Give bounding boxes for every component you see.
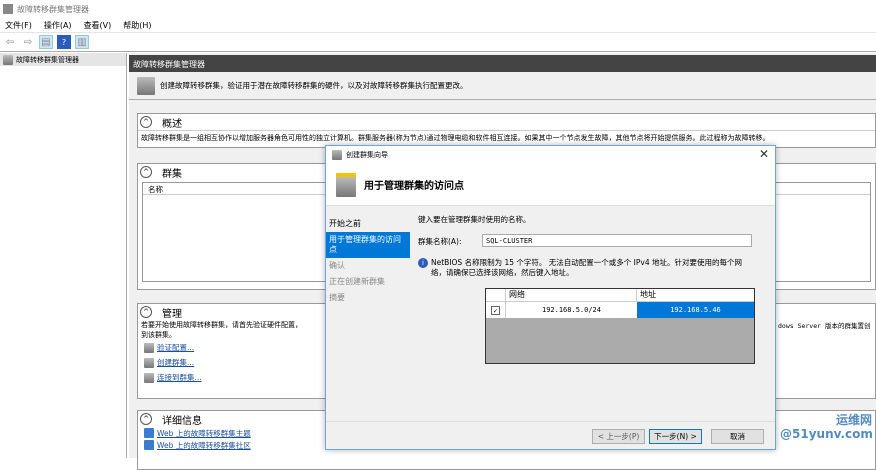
column-network: 网络	[506, 289, 637, 301]
app-icon	[3, 4, 13, 14]
cancel-button[interactable]: 取消	[711, 429, 764, 444]
info-message: i NetBIOS 名称限制为 15 个字符。 无法自动配置一个或多个 IPv4…	[418, 258, 753, 278]
server-icon	[336, 172, 356, 197]
window-titlebar: 故障转移群集管理器	[0, 0, 876, 18]
connect-icon	[144, 372, 154, 383]
main-header: 故障转移群集管理器	[129, 55, 876, 72]
globe-icon	[144, 428, 154, 438]
network-checkbox[interactable]: ✓	[491, 305, 500, 315]
collapse-icon[interactable]: ^	[140, 413, 152, 425]
wizard-steps: 开始之前 用于管理群集的访问点 确认 正在创建新群集 摘要	[326, 206, 410, 426]
watermark: 运维网 @51yunv.com	[780, 413, 873, 441]
address-input[interactable]: 192.168.5.46	[637, 302, 754, 318]
menu-action[interactable]: 操作(A)	[44, 20, 72, 31]
create-cluster-wizard: 创建群集向导 ✕ 用于管理群集的访问点 开始之前 用于管理群集的访问点 确认 正…	[325, 145, 776, 450]
cluster-icon	[3, 54, 13, 65]
close-icon[interactable]: ✕	[759, 147, 769, 161]
network-row: ✓ 192.168.5.0/24 192.168.5.46	[486, 302, 754, 318]
step-creating: 正在创建新群集	[329, 277, 385, 286]
dialog-header: 用于管理群集的访问点	[326, 164, 775, 206]
wizard-icon	[332, 150, 342, 160]
globe-icon	[144, 440, 154, 450]
info-icon: i	[418, 258, 428, 268]
navigation-tree: 故障转移群集管理器	[0, 53, 127, 458]
show-tree-icon[interactable]: ▤	[39, 35, 53, 49]
back-button[interactable]: < 上一步(P)	[592, 429, 645, 444]
step-access-point[interactable]: 用于管理群集的访问点	[326, 232, 410, 258]
main-description: 创建故障转移群集，验证用于潜在故障转移群集的硬件，以及对故障转移群集执行配置更改…	[129, 72, 876, 100]
menu-view[interactable]: 查看(V)	[84, 20, 112, 31]
menu-help[interactable]: 帮助(H)	[123, 20, 151, 31]
dialog-titlebar: 创建群集向导 ✕	[326, 146, 775, 164]
cluster-name-input[interactable]: SQL-CLUSTER	[482, 234, 752, 247]
toolbar: ⇦ ⇨ ▤ ? ▥	[0, 33, 876, 52]
validate-icon	[144, 342, 154, 353]
show-action-pane-icon[interactable]: ▥	[75, 35, 89, 49]
step-summary: 摘要	[329, 293, 345, 302]
wizard-content: 键入要在管理群集时使用的名称。 群集名称(A): SQL-CLUSTER i N…	[412, 206, 775, 426]
menu-bar: 文件(F) 操作(A) 查看(V) 帮助(H)	[0, 18, 876, 33]
help-icon[interactable]: ?	[57, 35, 71, 49]
create-cluster-icon	[144, 357, 154, 368]
next-button[interactable]: 下一步(N) >	[649, 429, 702, 444]
column-address: 地址	[640, 290, 656, 299]
window-title: 故障转移群集管理器	[17, 4, 89, 14]
step-confirm: 确认	[329, 261, 345, 270]
cluster-manager-icon	[137, 76, 155, 95]
forward-icon[interactable]: ⇨	[21, 35, 35, 49]
back-icon[interactable]: ⇦	[3, 35, 17, 49]
menu-file[interactable]: 文件(F)	[5, 20, 32, 31]
collapse-icon[interactable]: ^	[140, 116, 152, 128]
network-grid: 网络 地址 ✓ 192.168.5.0/24 192.168.5.46	[485, 288, 755, 364]
tree-item-root[interactable]: 故障转移群集管理器	[0, 53, 126, 66]
overview-section: ^ 概述 故障转移群集是一组相互协作以增加服务器角色可用性的独立计算机。群集服务器…	[137, 113, 876, 148]
step-before-you-begin[interactable]: 开始之前	[326, 216, 410, 232]
collapse-icon[interactable]: ^	[140, 306, 152, 318]
collapse-icon[interactable]: ^	[140, 166, 152, 178]
